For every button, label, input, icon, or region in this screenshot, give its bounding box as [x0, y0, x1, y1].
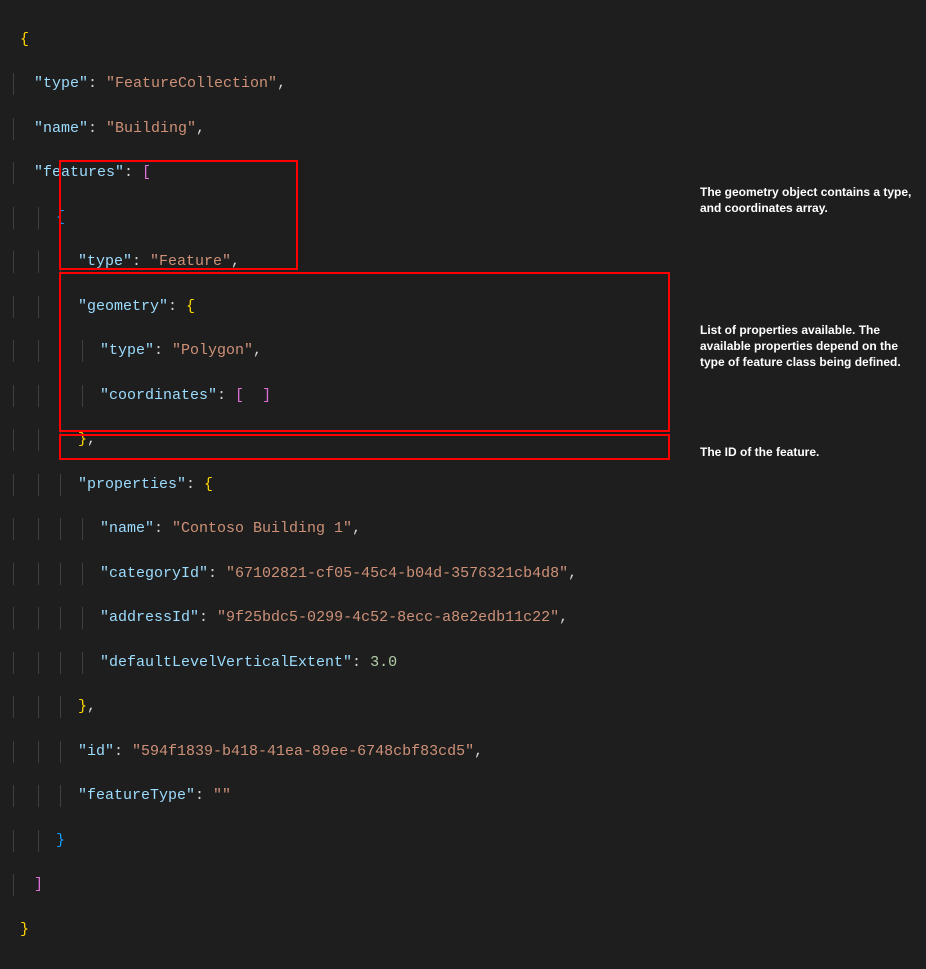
json-code-block: { "type": "FeatureCollection", "name": "…: [0, 0, 680, 969]
annotation-geometry: The geometry object contains a type, and…: [700, 184, 920, 216]
json-val-dlve: 3.0: [370, 654, 397, 671]
json-key-categoryid: "categoryId": [100, 565, 208, 582]
json-key-prop-name: "name": [100, 520, 154, 537]
json-key-id: "id": [78, 743, 114, 760]
json-val-categoryid: "67102821-cf05-45c4-b04d-3576321cb4d8": [226, 565, 568, 582]
json-val-addressid: "9f25bdc5-0299-4c52-8ecc-a8e2edb11c22": [217, 609, 559, 626]
json-key-name: "name": [34, 120, 88, 137]
json-val-name: "Building": [106, 120, 196, 137]
json-val-featuretype: "": [213, 787, 231, 804]
brace-close: }: [20, 921, 29, 938]
brace-open: {: [20, 31, 29, 48]
json-val-geom-type: "Polygon": [172, 342, 253, 359]
brace-open: {: [56, 209, 65, 226]
json-key-geom-type: "type": [100, 342, 154, 359]
annotation-properties: List of properties available. The availa…: [700, 322, 920, 371]
json-key-properties: "properties": [78, 476, 186, 493]
json-key-type: "type": [34, 75, 88, 92]
json-key-geometry: "geometry": [78, 298, 168, 315]
bracket-close: ]: [34, 876, 43, 893]
json-key-coordinates: "coordinates": [100, 387, 217, 404]
json-key-features: "features": [34, 164, 124, 181]
json-val-id: "594f1839-b418-41ea-89ee-6748cbf83cd5": [132, 743, 474, 760]
json-key-feature-type: "type": [78, 253, 132, 270]
json-key-featuretype: "featureType": [78, 787, 195, 804]
json-key-addressid: "addressId": [100, 609, 199, 626]
brace-close: }: [56, 832, 65, 849]
json-val-type: "FeatureCollection": [106, 75, 277, 92]
annotation-id: The ID of the feature.: [700, 444, 819, 460]
json-val-feature-type: "Feature": [150, 253, 231, 270]
json-val-prop-name: "Contoso Building 1": [172, 520, 352, 537]
json-key-dlve: "defaultLevelVerticalExtent": [100, 654, 352, 671]
